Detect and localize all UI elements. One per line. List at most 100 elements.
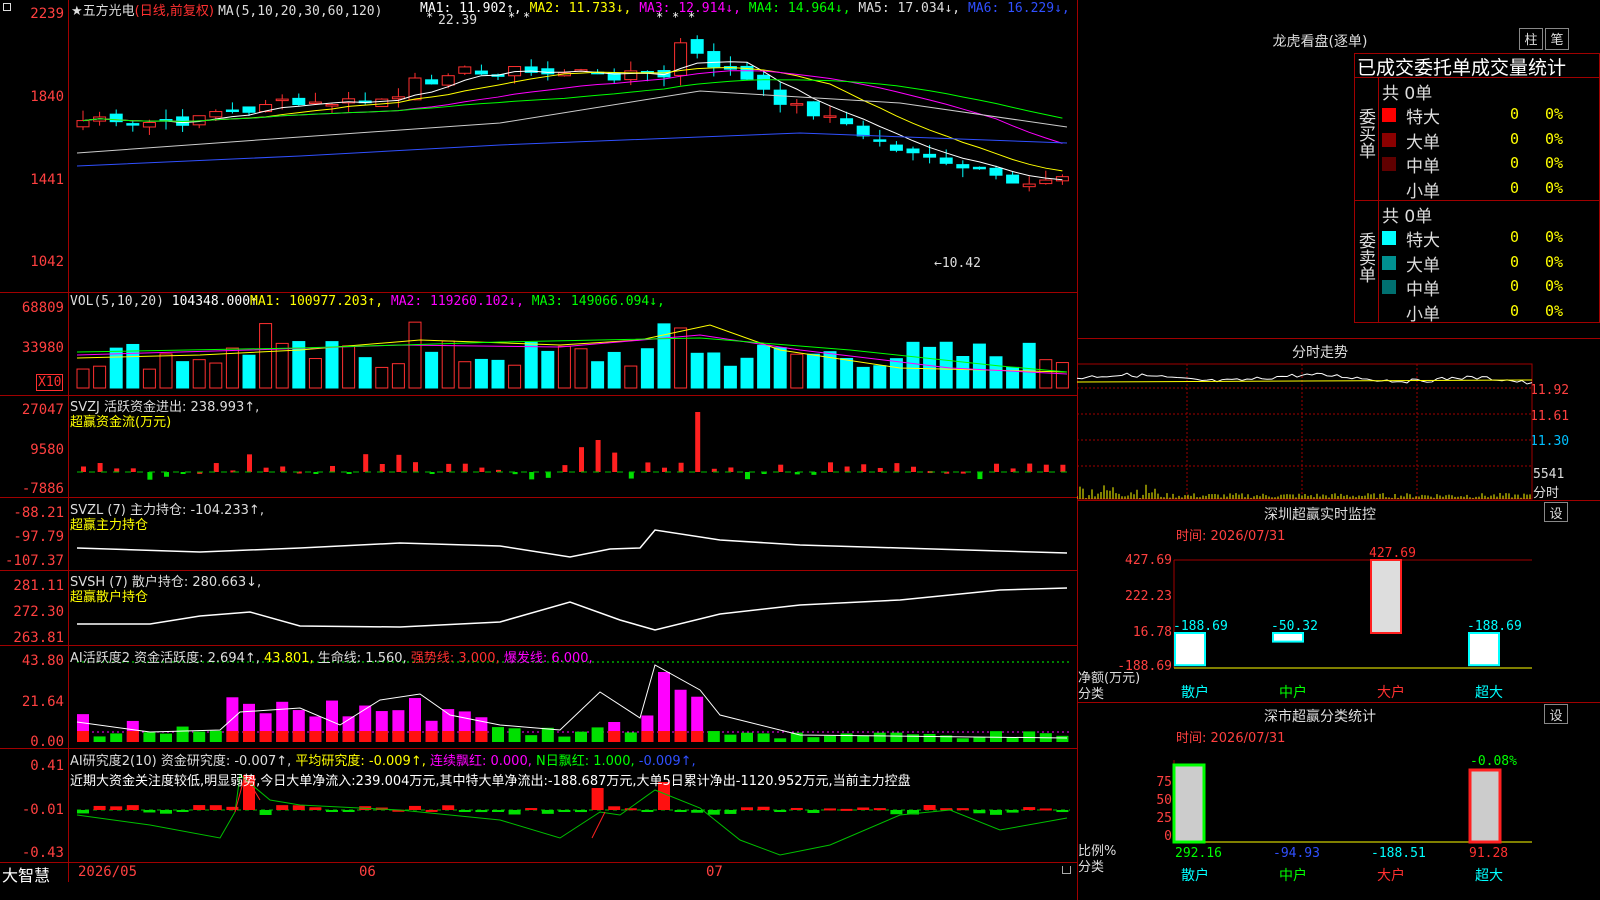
flow-bar [114, 468, 120, 472]
main-holding-line [76, 529, 1068, 558]
flow-bar [446, 463, 452, 472]
candle-body [126, 123, 140, 126]
active-base [359, 731, 372, 742]
class-bar-label: -188.51 [1371, 846, 1426, 861]
active-bar [160, 733, 172, 742]
candle-body [109, 113, 123, 123]
flow-bar [628, 472, 634, 479]
volume-bar [159, 353, 173, 389]
retail-holding-line [77, 587, 1068, 631]
ma5-line [82, 61, 1063, 181]
flow-bar [662, 467, 667, 472]
vol-unit-badge[interactable]: X10 [36, 374, 64, 391]
candle-body [690, 39, 704, 54]
volume-bar [358, 357, 372, 389]
class-bar [1468, 768, 1502, 844]
ai-research-value: AI研究度2(10) 资金研究度: -0.007↑, [70, 754, 292, 769]
research-bar [824, 808, 836, 811]
ma2-value: 11.733↓, [568, 1, 640, 16]
active-bar [973, 737, 986, 742]
flow-bar [977, 472, 983, 480]
research-bar [126, 805, 139, 810]
research-bar [160, 810, 172, 814]
flow-bar [529, 472, 535, 480]
research-bar [807, 810, 820, 813]
volume-bar [740, 357, 754, 389]
favorite-star-icon[interactable]: ★ [71, 4, 83, 19]
candle-body [308, 101, 322, 105]
flow-bar [728, 467, 734, 472]
flow-bar [877, 467, 883, 472]
candle-body [773, 89, 787, 105]
active-base [458, 731, 471, 742]
candle-body [906, 148, 920, 154]
candle-body [939, 157, 953, 164]
ai-research-tick-2: -0.01 [21, 802, 64, 818]
research-bar [541, 810, 554, 814]
candle-body [474, 70, 488, 75]
volume-bar [176, 361, 190, 389]
ma-values: MA1: 11.902↑, MA2: 11.733↓, MA3: 12.914↓… [420, 1, 1070, 16]
flow-bar [844, 466, 850, 472]
volume-bar [325, 341, 339, 389]
ai-active-strong: 强势线: 3.000, [410, 651, 500, 666]
flow-bar [413, 462, 418, 472]
monitor-bar [1272, 632, 1304, 643]
period-label[interactable]: (日线,前复权) [135, 4, 214, 19]
class-category: 中户 [1279, 867, 1307, 884]
k-tick-2: 1840 [30, 89, 64, 105]
research-bar [259, 810, 272, 815]
stock-name[interactable]: 五方光电 [83, 4, 135, 19]
date-label-jul: 07 [706, 864, 723, 880]
volume-bar [840, 357, 854, 389]
flow-bar [379, 463, 385, 472]
vol-value: 104348.000↑ [171, 294, 258, 309]
flow-bar [1027, 463, 1033, 472]
active-bar [143, 732, 156, 742]
research-bar [790, 807, 803, 810]
active-bar [575, 731, 587, 742]
volume-bar [707, 352, 721, 389]
research-bar [641, 810, 654, 812]
class-bar-label: -94.93 [1273, 846, 1320, 861]
lock-icon[interactable] [1062, 866, 1071, 874]
svzl-sub: 超赢主力持仓 [70, 518, 149, 533]
candle-body [856, 125, 870, 137]
active-bar [1056, 735, 1069, 742]
active-bar [857, 735, 870, 742]
candle-body [923, 153, 937, 158]
active-base [674, 731, 687, 742]
flow-bar [994, 463, 999, 472]
research-bar [873, 808, 886, 811]
active-bar [873, 732, 886, 742]
candle-body [972, 166, 986, 170]
volume-bar [640, 348, 654, 389]
candle-body [657, 70, 671, 78]
volume-bar [93, 365, 107, 389]
active-bar [624, 732, 637, 742]
class-bar-label: 292.16 [1175, 846, 1222, 861]
active-base [309, 731, 322, 742]
volume-bar [408, 321, 422, 389]
active-base [226, 731, 239, 742]
flow-bar [745, 472, 750, 480]
volume-bar [939, 341, 953, 389]
active-base [442, 731, 455, 742]
candle-body [441, 75, 455, 86]
monitor-category: 散户 [1181, 684, 1209, 701]
active-base [342, 731, 355, 742]
volume-bar [76, 368, 90, 389]
candle-body [541, 68, 555, 75]
ma5-value: 17.034↓, [897, 1, 968, 16]
active-bar [907, 734, 919, 742]
intraday-frame [1077, 363, 1533, 500]
candle-body [1039, 179, 1053, 185]
candle-body [873, 139, 887, 142]
volume-bar [242, 354, 256, 389]
active-bar [707, 731, 720, 742]
brand-logo[interactable]: 大智慧 [2, 862, 50, 886]
svsh-tick-1: 281.11 [13, 578, 64, 594]
svsh-tick-3: 263.81 [13, 630, 64, 646]
active-bar [741, 732, 753, 742]
candle-body [707, 51, 721, 68]
